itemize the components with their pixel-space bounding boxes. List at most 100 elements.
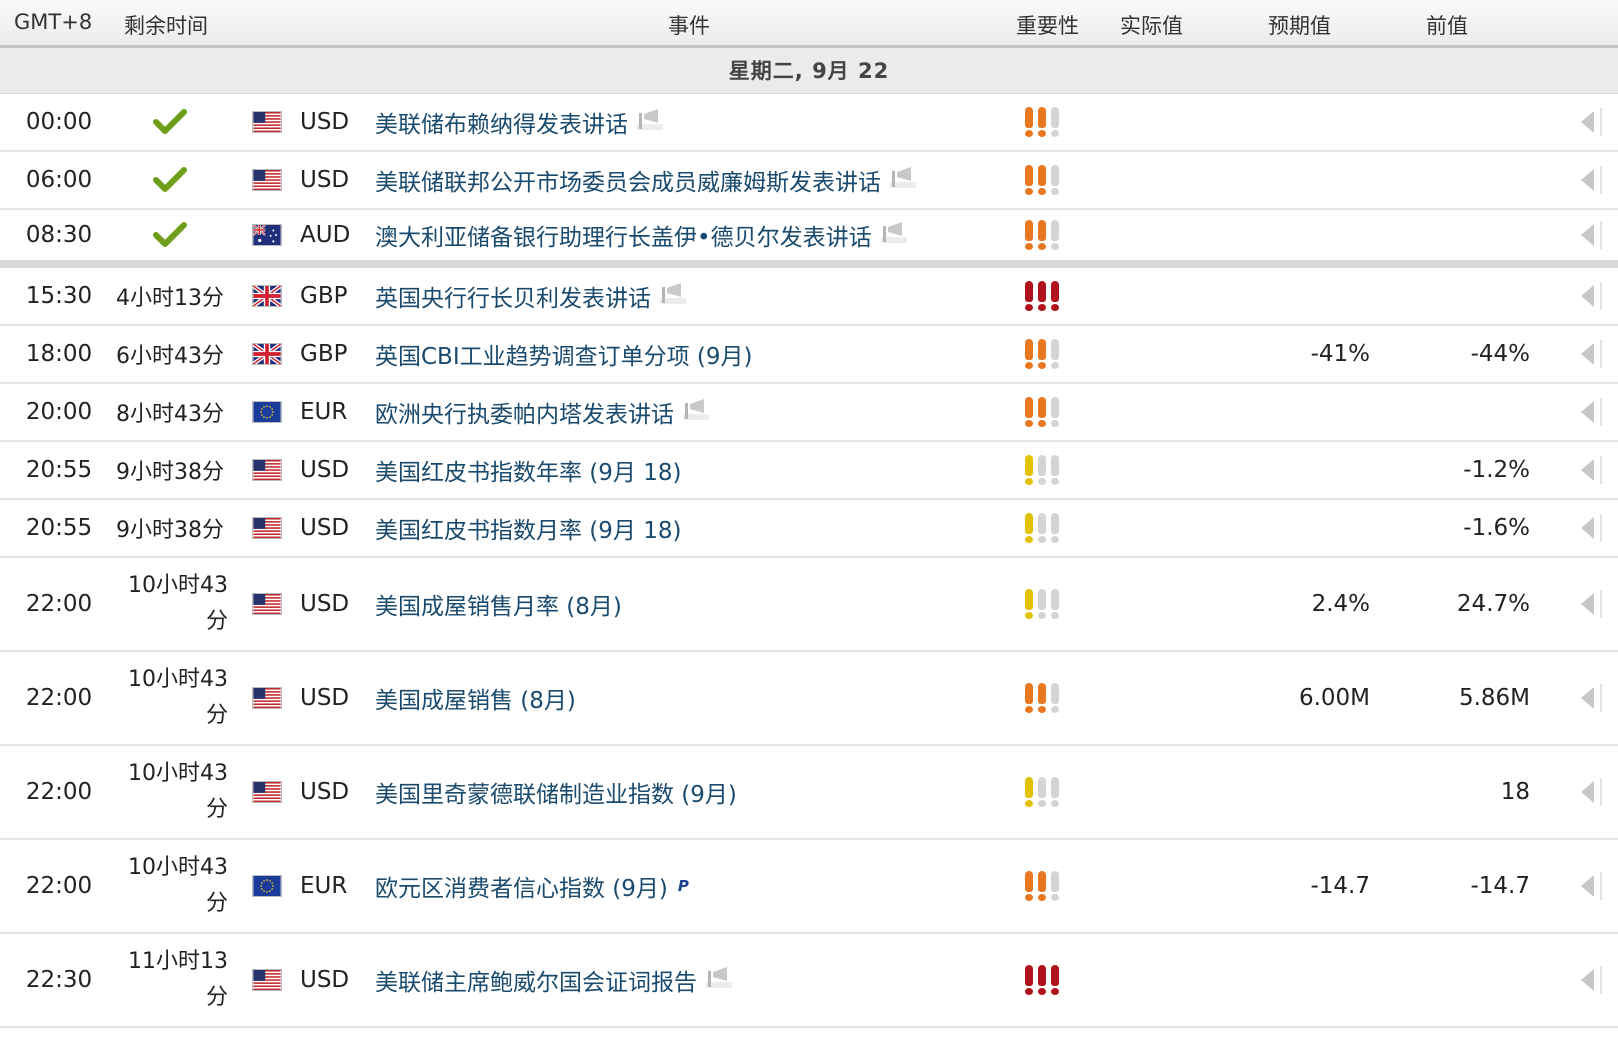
previous-value <box>1390 152 1530 208</box>
previous-value <box>1390 94 1530 150</box>
header-previous: 前值 <box>1426 14 1468 38</box>
event-name[interactable]: 美国红皮书指数月率 (9月 18) <box>375 511 681 545</box>
time-remaining-line2: 分 <box>205 891 228 916</box>
importance-mark <box>1024 107 1034 137</box>
expand-arrow-icon[interactable] <box>1576 500 1606 556</box>
event-name-link[interactable]: 美国里奇蒙德联储制造业指数 (9月) <box>375 746 1005 838</box>
event-name[interactable]: 欧元区消费者信心指数 (9月) <box>375 869 668 903</box>
preliminary-badge: P <box>677 877 689 895</box>
us-flag-icon <box>252 152 282 208</box>
expand-arrow-icon[interactable] <box>1576 558 1606 650</box>
event-name[interactable]: 美联储主席鲍威尔国会证词报告 <box>375 963 697 997</box>
event-row[interactable]: 22:00 10小时43 分 USD 美国里奇蒙德联储制造业指数 (9月) 18 <box>0 746 1618 840</box>
event-time: 22:00 <box>25 779 93 805</box>
event-row[interactable]: 20:00 8小时43分 EUR 欧洲央行执委帕内塔发表讲话 <box>0 384 1618 442</box>
event-name-link[interactable]: 英国CBI工业趋势调查订单分项 (9月) <box>375 326 1005 382</box>
event-name-link[interactable]: 欧洲央行执委帕内塔发表讲话 <box>375 384 1005 440</box>
event-row[interactable]: 20:55 9小时38分 USD 美国红皮书指数月率 (9月 18) -1.6% <box>0 500 1618 558</box>
event-name[interactable]: 美国成屋销售月率 (8月) <box>375 587 622 621</box>
importance-mark <box>1024 165 1034 195</box>
expand-arrow-icon[interactable] <box>1576 652 1606 744</box>
event-row[interactable]: 22:00 10小时43 分 USD 美国成屋销售 (8月) 6.00M 5.86M <box>0 652 1618 746</box>
time-remaining: 10小时43 分 <box>110 558 230 650</box>
us-flag-icon <box>252 442 282 498</box>
header-actual: 实际值 <box>1120 14 1183 38</box>
event-name-link[interactable]: 美国红皮书指数年率 (9月 18) <box>375 442 1005 498</box>
event-name[interactable]: 澳大利亚储备银行助理行长盖伊•德贝尔发表讲话 <box>375 218 872 252</box>
expand-arrow-icon[interactable] <box>1576 384 1606 440</box>
event-row[interactable]: 06:00 USD 美联储联邦公开市场委员会成员威廉姆斯发表讲话 <box>0 152 1618 210</box>
event-row[interactable]: 22:30 11小时13 分 USD 美联储主席鲍威尔国会证词报告 <box>0 934 1618 1028</box>
event-row[interactable]: 22:00 10小时43 分 USD 美国成屋销售月率 (8月) 2.4% 24.7% <box>0 558 1618 652</box>
importance-mark <box>1050 397 1060 427</box>
event-name[interactable]: 美联储联邦公开市场委员会成员威廉姆斯发表讲话 <box>375 163 881 197</box>
event-name[interactable]: 英国CBI工业趋势调查订单分项 (9月) <box>375 337 753 371</box>
event-row[interactable]: 20:55 9小时38分 USD 美国红皮书指数年率 (9月 18) -1.2% <box>0 442 1618 500</box>
header-event: 事件 <box>668 14 710 38</box>
previous-value: 24.7% <box>1456 591 1530 617</box>
previous-value <box>1390 934 1530 1026</box>
expand-arrow-icon[interactable] <box>1576 94 1606 150</box>
expand-arrow-icon[interactable] <box>1576 442 1606 498</box>
expand-arrow-icon[interactable] <box>1576 152 1606 208</box>
event-name[interactable]: 美国红皮书指数年率 (9月 18) <box>375 453 681 487</box>
expand-arrow-icon[interactable] <box>1576 934 1606 1026</box>
header-timezone[interactable]: GMT+8 <box>14 10 92 34</box>
event-name-link[interactable]: 英国央行行长贝利发表讲话 <box>375 268 1005 324</box>
importance-mark <box>1050 589 1060 619</box>
event-row[interactable]: 15:30 4小时13分 GBP 英国央行行长贝利发表讲话 <box>0 268 1618 326</box>
event-name-link[interactable]: 美国成屋销售 (8月) <box>375 652 1005 744</box>
us-flag-icon <box>252 500 282 556</box>
time-remaining: 10小时43 分 <box>110 746 230 838</box>
currency-code: EUR <box>300 873 348 899</box>
event-time: 06:00 <box>25 167 93 193</box>
event-name-link[interactable]: 澳大利亚储备银行助理行长盖伊•德贝尔发表讲话 <box>375 210 1005 260</box>
event-time: 20:55 <box>25 515 93 541</box>
event-name[interactable]: 美国里奇蒙德联储制造业指数 (9月) <box>375 775 737 809</box>
event-name[interactable]: 美联储布赖纳得发表讲话 <box>375 105 628 139</box>
importance-indicator <box>1024 652 1066 744</box>
expand-arrow-icon[interactable] <box>1576 746 1606 838</box>
actual-value <box>1100 558 1210 650</box>
event-name[interactable]: 欧洲央行执委帕内塔发表讲话 <box>375 395 674 429</box>
expand-arrow-icon[interactable] <box>1576 326 1606 382</box>
expand-arrow-icon[interactable] <box>1576 210 1606 260</box>
completed-check-icon <box>110 94 230 150</box>
event-row[interactable]: 22:00 10小时43 分 EUR 欧元区消费者信心指数 (9月) P -14.7 -14.… <box>0 840 1618 934</box>
gb-flag-icon <box>252 326 282 382</box>
event-name-link[interactable]: 美联储联邦公开市场委员会成员威廉姆斯发表讲话 <box>375 152 1005 208</box>
event-name-link[interactable]: 欧元区消费者信心指数 (9月) P <box>375 840 1005 932</box>
event-row[interactable]: 18:00 6小时43分 GBP 英国CBI工业趋势调查订单分项 (9月) -41% -4… <box>0 326 1618 384</box>
event-name[interactable]: 英国央行行长贝利发表讲话 <box>375 279 651 313</box>
actual-value <box>1100 840 1210 932</box>
event-row[interactable]: 00:00 USD 美联储布赖纳得发表讲话 <box>0 94 1618 152</box>
actual-value <box>1100 210 1210 260</box>
event-name[interactable]: 美国成屋销售 (8月) <box>375 681 576 715</box>
event-name-link[interactable]: 美国红皮书指数月率 (9月 18) <box>375 500 1005 556</box>
event-name-link[interactable]: 美国成屋销售月率 (8月) <box>375 558 1005 650</box>
importance-mark <box>1037 107 1047 137</box>
event-name-link[interactable]: 美联储主席鲍威尔国会证词报告 <box>375 934 1005 1026</box>
au-flag-icon <box>252 210 282 260</box>
event-row[interactable]: 08:30 AUD 澳大利亚储备银行助理行长盖伊•德贝尔发表讲话 <box>0 210 1618 268</box>
previous-value: -1.2% <box>1463 457 1530 483</box>
importance-mark <box>1037 777 1047 807</box>
header-time-left: 剩余时间 <box>124 14 208 38</box>
expand-arrow-icon[interactable] <box>1576 840 1606 932</box>
event-name-link[interactable]: 美联储布赖纳得发表讲话 <box>375 94 1005 150</box>
currency-code: USD <box>300 167 350 193</box>
importance-mark <box>1037 871 1047 901</box>
forecast-value <box>1240 268 1370 324</box>
forecast-value <box>1240 384 1370 440</box>
forecast-value <box>1240 500 1370 556</box>
expand-arrow-icon[interactable] <box>1576 268 1606 324</box>
time-remaining-line2: 分 <box>205 797 228 822</box>
importance-indicator <box>1024 210 1066 260</box>
importance-mark <box>1024 220 1034 250</box>
importance-indicator <box>1024 558 1066 650</box>
forecast-value <box>1240 210 1370 260</box>
currency-code: USD <box>300 591 350 617</box>
actual-value <box>1100 500 1210 556</box>
importance-mark <box>1050 107 1060 137</box>
actual-value <box>1100 152 1210 208</box>
